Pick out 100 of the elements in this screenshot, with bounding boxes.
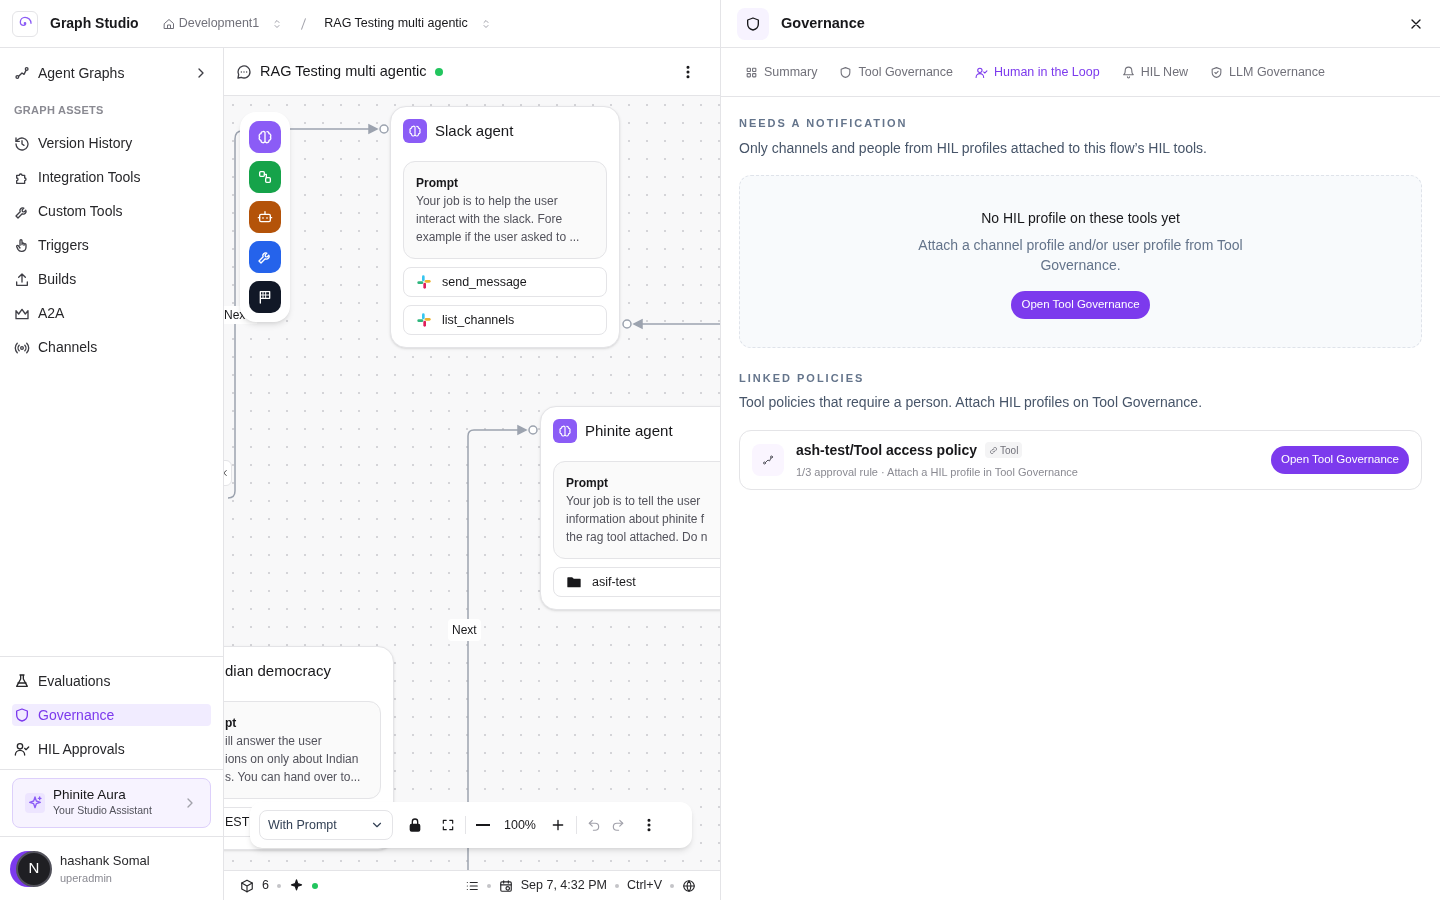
prompt-text: interact with the slack. Fore — [416, 211, 564, 228]
tab[interactable]: Summary — [745, 62, 818, 82]
mode-dropdown[interactable]: With Prompt — [259, 810, 393, 840]
section-label: GRAPH ASSETS — [13, 103, 105, 118]
user-role: uperadmin — [60, 871, 113, 886]
empty-state-text: Attach a channel profile and/or user profile from Tool Governance. — [917, 235, 1244, 275]
assistant-title: Phinite Aura — [53, 787, 127, 804]
folder-icon — [566, 574, 582, 590]
saved-date: Sep 7, 4:32 PM — [520, 877, 607, 895]
prompt-label: pt — [225, 715, 238, 732]
lock-button[interactable] — [407, 817, 423, 833]
sidebar-item-label: Governance — [38, 705, 115, 725]
lock-icon — [407, 817, 423, 833]
breadcrumb-item[interactable]: Development1 — [162, 14, 284, 33]
shield-icon — [14, 707, 30, 723]
sidebar-item-label: Custom Tools — [38, 202, 123, 221]
prompt-text: ions on only about Indian — [225, 751, 360, 768]
zoom-in-button[interactable] — [550, 817, 566, 833]
prompt-text: ill answer the user — [225, 733, 323, 750]
flask-icon — [14, 673, 30, 689]
section-description: Only channels and people from HIL profiles attached to this flow’s HIL tools. — [739, 138, 1208, 158]
sparkle-icon — [288, 878, 304, 893]
bell-icon — [1121, 65, 1135, 79]
sidebar-item[interactable]: Builds — [0, 262, 223, 297]
sidebar-item[interactable]: Governance — [12, 704, 211, 726]
edge-label: Next — [448, 619, 481, 641]
sidebar-item[interactable]: Integration Tools — [0, 160, 223, 195]
assistant-subtitle: Your Studio Assistant — [53, 803, 152, 819]
shield-check-icon — [1210, 65, 1224, 79]
connection-handle[interactable] — [379, 124, 389, 134]
history-icon — [14, 135, 30, 152]
redo-icon — [611, 818, 625, 832]
grid-icon — [745, 65, 758, 79]
agent-node[interactable]: Phinite agent Prompt Your job is to tell the user information about phinite f the rag tool attached. Do n asif-test — [540, 406, 720, 610]
sidebar-item-label: Version History — [38, 134, 133, 153]
section-heading: NEEDS A NOTIFICATION — [739, 116, 909, 131]
redo-button[interactable] — [611, 818, 625, 832]
nodes-icon — [257, 169, 273, 185]
empty-state-title: No HIL profile on these tools yet — [981, 208, 1180, 228]
sparkle-icon — [27, 795, 43, 811]
connection-handle[interactable] — [622, 319, 632, 329]
breadcrumb-item[interactable]: RAG Testing multi agentic — [324, 14, 492, 33]
fit-view-icon — [441, 818, 455, 832]
sidebar-item[interactable]: A2A — [0, 296, 223, 331]
user-check-icon — [14, 741, 30, 757]
open-tool-governance-button[interactable]: Open Tool Governance — [1011, 290, 1150, 319]
calendar-icon — [498, 878, 513, 893]
sidebar-item[interactable]: HIL Approvals — [12, 738, 211, 760]
shield-icon — [745, 15, 761, 32]
globe-icon — [682, 878, 696, 893]
app-name: Graph Studio — [50, 14, 139, 33]
slack-icon — [416, 312, 432, 328]
shield-icon — [839, 65, 853, 79]
flow-title: RAG Testing multi agentic — [260, 61, 427, 81]
tab[interactable]: Human in the Loop — [975, 62, 1100, 82]
link-icon — [989, 445, 999, 455]
tab[interactable]: Tool Governance — [839, 62, 953, 82]
section-heading: LINKED POLICIES — [739, 370, 866, 386]
tool-chip[interactable]: send_message — [403, 267, 607, 297]
prompt-text: Your job is to tell the user — [566, 493, 702, 510]
section-description: Tool policies that require a person. Attach HIL profiles on Tool Governance. — [739, 393, 1204, 412]
node-title: Slack agent — [435, 120, 514, 141]
zoom-level: 100% — [503, 816, 537, 834]
sidebar-item[interactable]: Evaluations — [12, 670, 211, 692]
policy-meta: 1/3 approval rule · Attach a HIL profile in Tool Governance — [796, 464, 1078, 480]
prompt-text: s. You can hand over to... — [225, 769, 362, 786]
sidebar-item-label: A2A — [38, 304, 65, 323]
prompt-text: example if the user asked to ... — [416, 229, 581, 246]
node-title: dian democracy — [225, 660, 331, 681]
upload-icon — [14, 271, 30, 288]
tool-label: asif-test — [592, 573, 636, 591]
sidebar-item[interactable]: Triggers — [0, 228, 223, 263]
tab[interactable]: HIL New — [1121, 62, 1189, 82]
sidebar-item[interactable]: Agent Graphs — [0, 56, 223, 90]
open-tool-governance-button[interactable]: Open Tool Governance — [1270, 446, 1409, 474]
sidebar-item-label: Builds — [38, 270, 77, 289]
node-count: 6 — [262, 877, 269, 895]
tool-chip[interactable]: list_channels — [403, 305, 607, 335]
assistant-card[interactable]: Phinite Aura Your Studio Assistant — [12, 778, 211, 828]
graph-icon — [14, 65, 30, 81]
brain-icon — [257, 129, 273, 145]
undo-button[interactable] — [587, 818, 601, 832]
policy-tag: Tool — [985, 442, 1023, 459]
connection-handle[interactable] — [528, 425, 538, 435]
chat-icon — [236, 63, 252, 80]
app-logo[interactable] — [12, 10, 38, 37]
agent-node[interactable]: Slack agent Prompt Your job is to help the user interact with the slack. Fore example if the user asked to ... send_message list_channels — [390, 106, 620, 348]
palette-button[interactable] — [249, 281, 281, 313]
policy-name: ash-test/Tool access policy — [796, 440, 978, 460]
tool-chip[interactable]: asif-test — [553, 567, 720, 597]
sidebar-item[interactable]: Version History — [0, 126, 223, 161]
tab[interactable]: LLM Governance — [1210, 62, 1325, 82]
prompt-label: Prompt — [416, 175, 459, 192]
tool-label: list_channels — [442, 311, 515, 329]
sidebar-item[interactable]: Channels — [0, 330, 223, 365]
sidebar-item[interactable]: Custom Tools — [0, 194, 223, 229]
brain-icon — [558, 424, 572, 438]
fit-view-button[interactable] — [441, 818, 455, 832]
prompt-text: Your job is to help the user — [416, 193, 559, 210]
cube-icon — [240, 878, 254, 893]
